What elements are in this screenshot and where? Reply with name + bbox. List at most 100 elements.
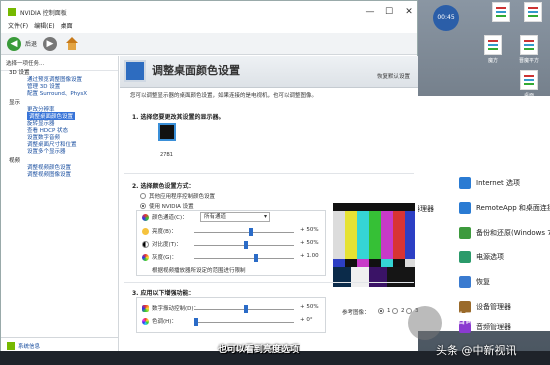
task-tree: 选择一项任务... 3D 设置 通过预览调整图像设置 管理 3D 设置 配置 S… bbox=[1, 56, 119, 353]
radio-dot bbox=[140, 203, 146, 209]
slider-label: 色调(H)： bbox=[152, 319, 177, 325]
slider-label: 数字振动控制(D)： bbox=[152, 306, 200, 312]
close-button[interactable]: ✕ bbox=[404, 7, 414, 17]
app-icon bbox=[520, 35, 538, 55]
gamma-slider[interactable]: 灰度(G)： + 1.00 bbox=[142, 253, 322, 263]
section-color-method: 2. 选择颜色设置方式： bbox=[132, 183, 195, 190]
cp-item-label: RemoteApp 和桌面连接 bbox=[476, 204, 550, 212]
cp-item-power[interactable]: 电源选项 bbox=[459, 251, 504, 263]
gamma-icon bbox=[142, 254, 149, 261]
content-pane: 调整桌面颜色设置 恢复默认设置 您可以调整显示器的桌面颜色设置，如果连接的是电视… bbox=[120, 56, 418, 353]
desktop-icon-mofang[interactable]: 魔方 bbox=[480, 35, 506, 64]
desktop-icon-label: 魔方 bbox=[487, 58, 498, 64]
brightness-slider[interactable]: 亮度(B)： + 50% bbox=[142, 227, 322, 237]
control-panel-window: 器理器 Internet 选项 RemoteApp 和桌面连接 备份和还原(Wi… bbox=[410, 96, 550, 333]
slider-value: + 1.00 bbox=[300, 253, 319, 259]
monitor-icon[interactable] bbox=[158, 123, 176, 141]
menu-edit[interactable]: 编辑(E) bbox=[34, 21, 54, 30]
radio-dot bbox=[392, 308, 398, 314]
back-label[interactable]: 后退 bbox=[25, 39, 37, 48]
app-icon bbox=[520, 70, 538, 90]
home-icon[interactable] bbox=[65, 36, 79, 51]
slider-thumb[interactable] bbox=[244, 305, 248, 313]
contrast-slider[interactable]: 对比度(T)： + 50% bbox=[142, 240, 322, 250]
shortcut-icon bbox=[492, 2, 510, 22]
cp-item-label: Internet 选项 bbox=[476, 179, 521, 187]
shortcut-icon bbox=[524, 2, 542, 22]
digital-vibrance-slider[interactable]: 数字振动控制(D)： + 50% bbox=[142, 304, 322, 314]
slider-thumb[interactable] bbox=[194, 318, 198, 326]
slider-value: + 50% bbox=[300, 304, 319, 310]
radio-other-apps[interactable]: 其他应用程序控制颜色设置 bbox=[140, 192, 215, 200]
page-title: 调整桌面颜色设置 bbox=[152, 64, 240, 77]
tree-node-display[interactable]: 显示 bbox=[9, 98, 20, 106]
reference-image-1[interactable]: 1 bbox=[378, 308, 391, 314]
slider-track bbox=[194, 232, 294, 233]
slider-value: + 50% bbox=[300, 227, 319, 233]
cp-item-remoteapp[interactable]: RemoteApp 和桌面连接 bbox=[459, 202, 550, 214]
source-watermark: 头条 @中新视讯 bbox=[436, 344, 517, 357]
cp-item-recovery[interactable]: 恢复 bbox=[459, 276, 490, 288]
menu-file[interactable]: 文件(F) bbox=[8, 21, 28, 30]
channel-label: 颜色通道(C)： bbox=[142, 213, 188, 221]
radio-use-nvidia[interactable]: 使用 NVIDIA 设置 bbox=[140, 202, 194, 210]
color-channel-select[interactable]: 所有通道 bbox=[200, 212, 270, 222]
channel-icon bbox=[142, 213, 149, 221]
back-arrow-icon[interactable]: ◀ bbox=[7, 36, 21, 51]
cp-item-internet[interactable]: Internet 选项 bbox=[459, 177, 520, 189]
remote-icon bbox=[459, 202, 471, 214]
hue-icon bbox=[142, 318, 149, 325]
desktop-icon-label: 晋魔平方 bbox=[518, 58, 539, 64]
backup-icon bbox=[459, 227, 471, 239]
radio-dot bbox=[140, 193, 146, 199]
divider bbox=[124, 173, 414, 174]
desktop-icon-jinmo[interactable]: 晋魔平方 bbox=[516, 35, 542, 64]
system-info-label: 系统信息 bbox=[18, 343, 41, 350]
sun-icon bbox=[142, 228, 149, 235]
nvidia-icon bbox=[8, 8, 16, 16]
power-icon bbox=[459, 251, 471, 263]
slider-track bbox=[194, 258, 294, 259]
tree-node-video[interactable]: 视频 bbox=[9, 156, 20, 164]
reference-image-2[interactable]: 2 bbox=[392, 308, 405, 314]
page-description: 您可以调整显示器的桌面颜色设置，如果连接的是电视机，也可以调整图像。 bbox=[130, 93, 318, 99]
tree-item[interactable]: 设置多个显示器 bbox=[27, 147, 66, 155]
minimize-button[interactable]: — bbox=[365, 7, 375, 17]
desktop-color-icon bbox=[124, 60, 146, 82]
vibrance-icon bbox=[142, 305, 149, 312]
app-icon bbox=[484, 35, 502, 55]
slider-label: 亮度(B)： bbox=[152, 229, 177, 235]
menu-desktop[interactable]: 桌面 bbox=[61, 21, 73, 30]
desktop-icon[interactable] bbox=[488, 2, 514, 24]
nvidia-control-panel-window: NVIDIA 控制面板 — ☐ ✕ 文件(F) 编辑(E) 桌面 ◀ 后退 ▶ … bbox=[0, 0, 418, 365]
menu-bar: 文件(F) 编辑(E) 桌面 bbox=[1, 19, 417, 31]
radio-label: 使用 NVIDIA 设置 bbox=[149, 204, 194, 210]
hue-slider[interactable]: 色调(H)： + 0° bbox=[142, 317, 322, 327]
radio-dot bbox=[378, 308, 384, 314]
tree-item[interactable]: 配置 Surround、PhysX bbox=[27, 89, 87, 97]
slider-thumb[interactable] bbox=[244, 241, 248, 249]
desktop-icon[interactable] bbox=[520, 2, 546, 24]
slider-thumb[interactable] bbox=[249, 228, 253, 236]
tree-item[interactable]: 调整视频图像设置 bbox=[27, 170, 71, 178]
watermark-text: 钴硝甲器 bbox=[452, 312, 505, 327]
watermark-logo bbox=[408, 306, 442, 340]
contrast-icon bbox=[142, 241, 149, 248]
globe-icon bbox=[459, 177, 471, 189]
restore-defaults-link[interactable]: 恢复默认设置 bbox=[377, 72, 410, 80]
cp-item-label: 恢复 bbox=[476, 278, 490, 286]
forward-arrow-icon[interactable]: ▶ bbox=[43, 36, 58, 51]
desktop-icon[interactable]: 桌面 bbox=[516, 70, 542, 99]
slider-value: + 50% bbox=[300, 240, 319, 246]
enhancements-panel bbox=[136, 297, 326, 333]
slider-thumb[interactable] bbox=[254, 254, 258, 262]
cp-item-backup[interactable]: 备份和还原(Windows 7) bbox=[459, 227, 550, 239]
reference-image-label: 参考图像： bbox=[342, 310, 370, 316]
cp-item-label: 备份和还原(Windows 7) bbox=[476, 229, 550, 237]
window-title: NVIDIA 控制面板 bbox=[20, 9, 67, 17]
maximize-button[interactable]: ☐ bbox=[384, 7, 394, 17]
recovery-icon bbox=[459, 276, 471, 288]
radio-label: 其他应用程序控制颜色设置 bbox=[149, 194, 216, 200]
slider-value: + 0° bbox=[300, 317, 313, 323]
cp-item-label: 电源选项 bbox=[476, 253, 504, 261]
